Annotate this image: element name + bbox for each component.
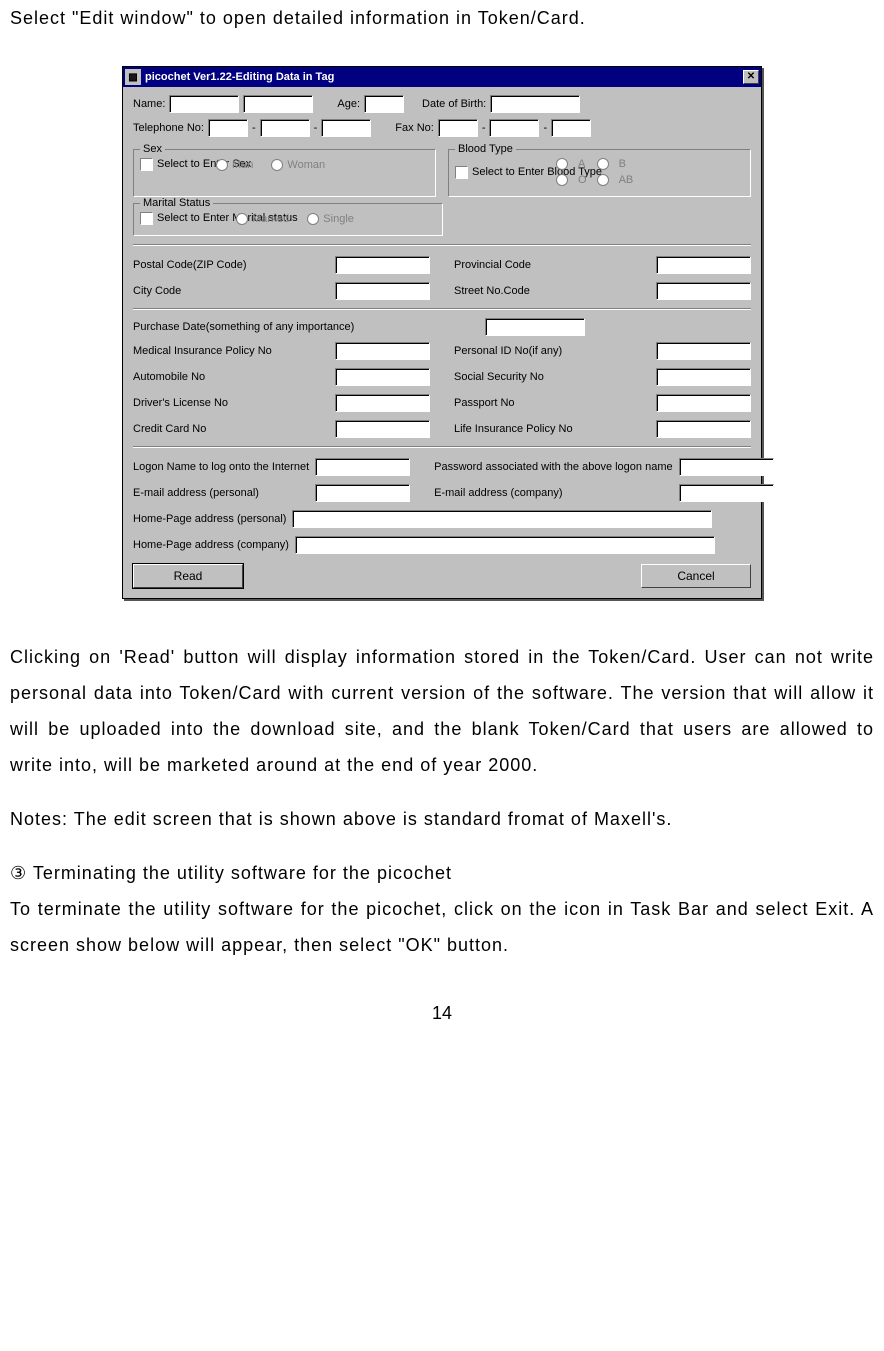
hp-c-input[interactable]	[295, 536, 715, 554]
married-radio[interactable]	[236, 213, 248, 225]
a-label: A	[578, 158, 587, 170]
a-radio[interactable]	[556, 158, 568, 170]
fax-2-input[interactable]	[489, 119, 539, 137]
driver-input[interactable]	[335, 394, 430, 412]
hp-p-input[interactable]	[292, 510, 712, 528]
para1-text: Clicking on 'Read' button will display i…	[10, 639, 874, 783]
dob-label: Date of Birth:	[422, 98, 486, 110]
blood-chk-label: Select to Enter Blood Type	[472, 166, 552, 178]
postal-label: Postal Code(ZIP Code)	[133, 259, 329, 271]
logon-label: Logon Name to log onto the Internet	[133, 461, 309, 473]
city-label: City Code	[133, 285, 329, 297]
provincial-input[interactable]	[656, 256, 751, 274]
intro-text: Select "Edit window" to open detailed in…	[10, 0, 874, 36]
b-radio[interactable]	[597, 158, 609, 170]
notes-text: Notes: The edit screen that is shown abo…	[10, 801, 874, 837]
name-first-input[interactable]	[169, 95, 239, 113]
tel-2-input[interactable]	[260, 119, 310, 137]
password-label: Password associated with the above logon…	[434, 461, 672, 473]
page-number: 14	[10, 1003, 874, 1024]
dob-input[interactable]	[490, 95, 580, 113]
man-label: Man	[232, 159, 253, 171]
age-label: Age:	[337, 98, 360, 110]
married-label: Married	[252, 213, 289, 225]
blood-checkbox[interactable]	[455, 166, 468, 179]
passport-input[interactable]	[656, 394, 751, 412]
email-p-input[interactable]	[315, 484, 410, 502]
credit-label: Credit Card No	[133, 423, 329, 435]
sex-legend: Sex	[140, 143, 165, 155]
blood-group: Blood Type Select to Enter Blood Type A …	[448, 149, 751, 197]
marital-checkbox[interactable]	[140, 212, 153, 225]
ab-radio[interactable]	[597, 174, 609, 186]
hp-p-label: Home-Page address (personal)	[133, 513, 286, 525]
medins-input[interactable]	[335, 342, 430, 360]
auto-input[interactable]	[335, 368, 430, 386]
fax-3-input[interactable]	[551, 119, 591, 137]
lifeins-label: Life Insurance Policy No	[454, 423, 650, 435]
city-input[interactable]	[335, 282, 430, 300]
window-title: picochet Ver1.22-Editing Data in Tag	[145, 71, 743, 83]
blood-legend: Blood Type	[455, 143, 516, 155]
tel-label: Telephone No:	[133, 122, 204, 134]
email-c-input[interactable]	[679, 484, 774, 502]
logon-input[interactable]	[315, 458, 410, 476]
term-heading: ③ Terminating the utility software for t…	[10, 855, 874, 891]
woman-label: Woman	[287, 159, 325, 171]
man-radio[interactable]	[216, 159, 228, 171]
titlebar: ▩ picochet Ver1.22-Editing Data in Tag ✕	[123, 67, 761, 87]
password-input[interactable]	[679, 458, 774, 476]
credit-input[interactable]	[335, 420, 430, 438]
ssn-input[interactable]	[656, 368, 751, 386]
fax-1-input[interactable]	[438, 119, 478, 137]
sex-checkbox[interactable]	[140, 158, 153, 171]
close-icon[interactable]: ✕	[743, 70, 759, 84]
medins-label: Medical Insurance Policy No	[133, 345, 329, 357]
o-radio[interactable]	[556, 174, 568, 186]
marital-legend: Marital Status	[140, 197, 213, 209]
purchase-label: Purchase Date(something of any importanc…	[133, 321, 354, 333]
hp-c-label: Home-Page address (company)	[133, 539, 289, 551]
postal-input[interactable]	[335, 256, 430, 274]
term-body-text: To terminate the utility software for th…	[10, 891, 874, 963]
app-icon: ▩	[125, 69, 141, 85]
driver-label: Driver's License No	[133, 397, 329, 409]
ssn-label: Social Security No	[454, 371, 650, 383]
marital-chk-label: Select to Enter Marital status	[157, 212, 232, 224]
auto-label: Automobile No	[133, 371, 329, 383]
marital-group: Marital Status Select to Enter Marital s…	[133, 203, 443, 236]
sex-group: Sex Select to Enter Sex Man Woman	[133, 149, 436, 197]
woman-radio[interactable]	[271, 159, 283, 171]
sex-chk-label: Select to Enter Sex	[157, 158, 212, 170]
o-label: O	[578, 174, 587, 186]
personalid-input[interactable]	[656, 342, 751, 360]
provincial-label: Provincial Code	[454, 259, 650, 271]
ab-label: AB	[619, 174, 634, 186]
street-input[interactable]	[656, 282, 751, 300]
email-c-label: E-mail address (company)	[434, 487, 672, 499]
lifeins-input[interactable]	[656, 420, 751, 438]
cancel-button[interactable]: Cancel	[641, 564, 751, 588]
tel-1-input[interactable]	[208, 119, 248, 137]
personalid-label: Personal ID No(if any)	[454, 345, 650, 357]
purchase-input[interactable]	[485, 318, 585, 336]
single-label: Single	[323, 213, 354, 225]
street-label: Street No.Code	[454, 285, 650, 297]
fax-label: Fax No:	[395, 122, 434, 134]
name-last-input[interactable]	[243, 95, 313, 113]
email-p-label: E-mail address (personal)	[133, 487, 309, 499]
age-input[interactable]	[364, 95, 404, 113]
single-radio[interactable]	[307, 213, 319, 225]
tel-3-input[interactable]	[321, 119, 371, 137]
read-button[interactable]: Read	[133, 564, 243, 588]
b-label: B	[619, 158, 634, 170]
name-label: Name:	[133, 98, 165, 110]
passport-label: Passport No	[454, 397, 650, 409]
dialog-window: ▩ picochet Ver1.22-Editing Data in Tag ✕…	[122, 66, 762, 599]
